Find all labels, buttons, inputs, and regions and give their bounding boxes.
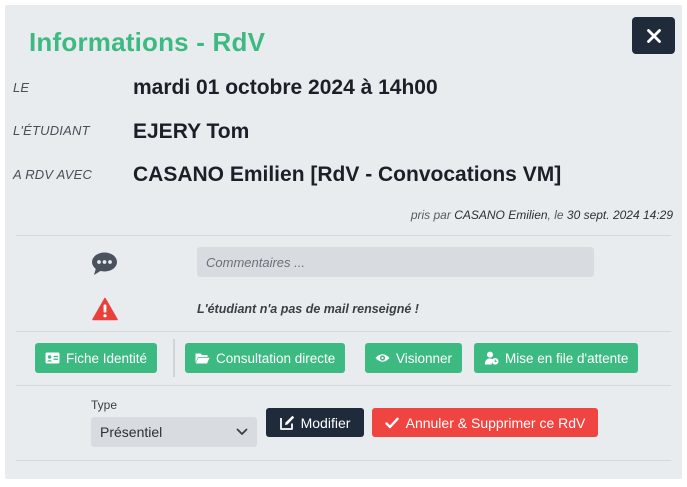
mise-en-file-label: Mise en file d'attente	[505, 350, 629, 366]
meta-mid: , le	[547, 208, 564, 222]
eye-icon	[375, 354, 390, 362]
folder-open-icon	[195, 353, 210, 364]
with-label: A RDV AVEC	[13, 167, 93, 182]
date-value: mardi 01 octobre 2024 à 14h00	[133, 76, 438, 99]
divider	[16, 331, 671, 332]
warning-text: L'étudiant n'a pas de mail renseigné !	[197, 302, 419, 316]
comment-input[interactable]	[197, 247, 594, 277]
mise-en-file-button[interactable]: Mise en file d'attente	[474, 343, 639, 373]
check-icon	[384, 417, 399, 428]
student-label: L'ÉTUDIANT	[13, 123, 90, 138]
with-value: CASANO Emilien [RdV - Convocations VM]	[133, 163, 562, 186]
consultation-directe-label: Consultation directe	[216, 350, 336, 366]
visionner-label: Visionner	[396, 350, 453, 366]
visionner-button[interactable]: Visionner	[365, 343, 463, 373]
annuler-supprimer-button[interactable]: Annuler & Supprimer ce RdV	[372, 408, 598, 437]
date-label: LE	[13, 80, 30, 95]
divider	[16, 235, 671, 236]
edit-icon	[279, 415, 294, 430]
meta-datetime: 30 sept. 2024 14:29	[566, 208, 673, 222]
type-select[interactable]: Présentiel	[91, 417, 257, 447]
user-clock-icon	[484, 351, 499, 365]
created-by-meta: pris par CASANO Emilien, le 30 sept. 202…	[411, 208, 673, 222]
divider	[16, 385, 671, 386]
meta-author: CASANO Emilien	[454, 208, 548, 222]
button-group-divider	[173, 339, 175, 377]
chevron-down-icon	[236, 428, 248, 435]
appointment-modal: Informations - RdV LE mardi 01 octobre 2…	[5, 5, 682, 479]
id-card-icon	[45, 352, 60, 364]
consultation-directe-button[interactable]: Consultation directe	[185, 343, 346, 373]
annuler-supprimer-label: Annuler & Supprimer ce RdV	[405, 414, 586, 431]
fiche-identite-label: Fiche Identité	[66, 350, 148, 366]
student-value: EJERY Tom	[133, 120, 250, 143]
meta-prefix: pris par	[410, 208, 451, 222]
fiche-identite-button[interactable]: Fiche Identité	[35, 343, 158, 373]
modifier-label: Modifier	[300, 414, 351, 431]
close-icon	[646, 28, 661, 43]
warning-icon	[92, 297, 118, 321]
type-selected-value: Présentiel	[100, 424, 163, 440]
modal-title: Informations - RdV	[29, 27, 266, 57]
modifier-button[interactable]: Modifier	[266, 408, 364, 437]
divider	[16, 460, 671, 461]
comment-icon	[92, 252, 117, 275]
type-label: Type	[91, 398, 118, 412]
close-button[interactable]	[632, 17, 675, 54]
